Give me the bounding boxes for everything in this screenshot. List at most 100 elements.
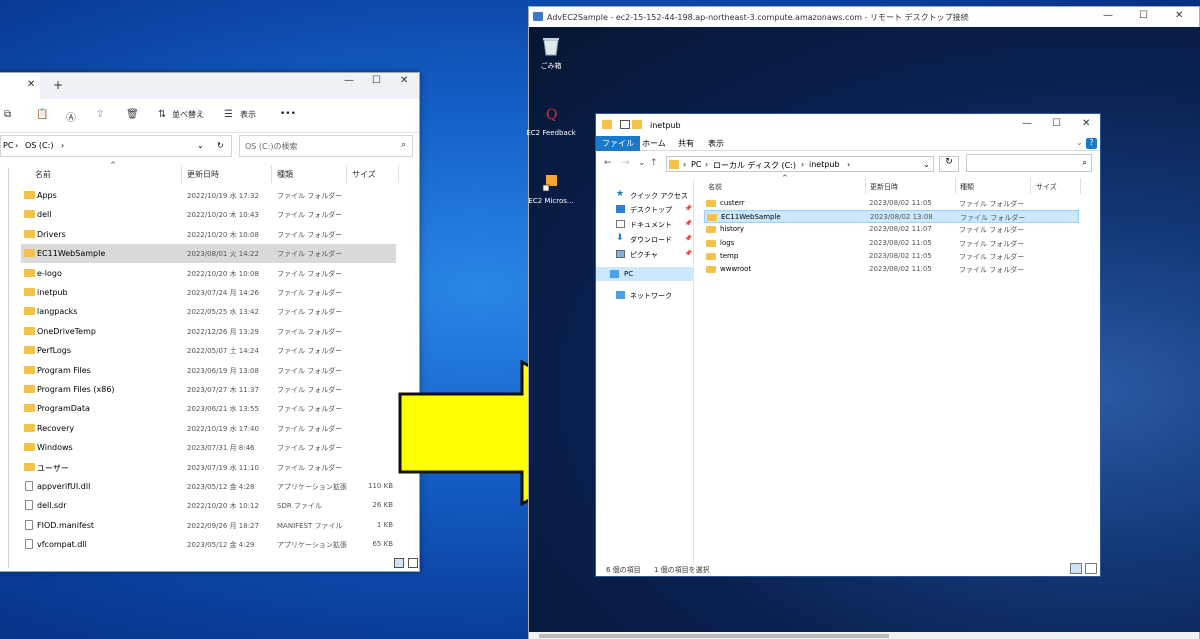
column-separator[interactable]	[1080, 178, 1081, 194]
file-row[interactable]: Recovery 2022/10/19 水 17:40 ファイル フォルダー	[21, 419, 396, 438]
address-bar[interactable]: PC › OS (C:) › ⌄ ↻	[0, 135, 232, 157]
file-row[interactable]: PerfLogs 2022/05/07 土 14:24 ファイル フォルダー	[21, 341, 396, 360]
file-row[interactable]: vfcompat.dll 2023/05/12 金 4:29 アプリケーション拡張 6…	[21, 535, 396, 554]
view-button[interactable]: 表示	[240, 109, 256, 120]
column-header-size[interactable]: サイズ	[1036, 182, 1057, 192]
file-row[interactable]: ProgramData 2023/06/21 水 13:55 ファイル フォルダー	[21, 399, 396, 418]
column-separator[interactable]	[181, 165, 182, 183]
file-row[interactable]: inetpub 2023/07/24 月 14:26 ファイル フォルダー	[21, 283, 396, 302]
details-view-icon[interactable]	[394, 558, 404, 568]
new-folder-icon[interactable]	[632, 120, 642, 129]
file-row[interactable]: Program Files (x86) 2023/07/27 木 11:37 ファイ…	[21, 380, 396, 399]
breadcrumb-drive[interactable]: OS (C:)	[25, 141, 53, 150]
more-options-button[interactable]: •••	[280, 109, 296, 119]
close-icon[interactable]: ✕	[1175, 10, 1183, 21]
desktop-icon-recycle-bin[interactable]: ごみ箱	[523, 35, 579, 71]
column-header-date[interactable]: 更新日時	[870, 182, 898, 192]
column-separator[interactable]	[865, 178, 866, 194]
horizontal-scrollbar[interactable]	[529, 632, 1199, 639]
desktop-icon-ec2-micros[interactable]: EC2 Micros...	[523, 171, 579, 205]
breadcrumb-pc[interactable]: PC	[691, 160, 701, 169]
up-icon[interactable]: ↑	[650, 158, 658, 168]
column-separator[interactable]	[271, 165, 272, 183]
properties-icon[interactable]	[620, 120, 630, 129]
file-row[interactable]: appverifUI.dll 2023/05/12 金 4:28 アプリケーション拡…	[21, 477, 396, 496]
breadcrumb-pc[interactable]: PC	[3, 141, 13, 150]
tab-share[interactable]: 共有	[672, 136, 700, 151]
column-header-name[interactable]: 名前	[35, 169, 51, 180]
help-icon[interactable]: ?	[1086, 138, 1097, 149]
search-input[interactable]: OS (C:)の検索 ⌕	[239, 135, 413, 157]
breadcrumb-drive[interactable]: ローカル ディスク (C:)	[713, 160, 796, 171]
desktop-icon-ec2-feedback[interactable]: Q EC2 Feedback	[523, 103, 579, 137]
file-row[interactable]: Apps 2022/10/19 水 17:32 ファイル フォルダー	[21, 186, 396, 205]
file-row[interactable]: EC11WebSample 2023/08/02 13:08 ファイル フォルダー	[704, 210, 1079, 224]
file-row[interactable]: history 2023/08/02 11:07 ファイル フォルダー	[704, 223, 1079, 236]
nav-network[interactable]: ネットワーク	[604, 288, 694, 302]
close-icon[interactable]: ✕	[1082, 118, 1090, 129]
tiles-view-icon[interactable]	[408, 558, 418, 568]
column-header-date[interactable]: 更新日時	[187, 169, 219, 180]
column-separator[interactable]	[955, 178, 956, 194]
scrollbar-thumb[interactable]	[539, 634, 889, 638]
back-icon[interactable]: ←	[604, 158, 612, 168]
paste-icon[interactable]: 📋	[36, 109, 48, 120]
share-icon[interactable]: ⇪	[96, 109, 104, 120]
column-header-name[interactable]: 名前	[708, 182, 722, 192]
file-row[interactable]: Drivers 2022/10/20 木 10:08 ファイル フォルダー	[21, 225, 396, 244]
rename-icon[interactable]: Ⓐ	[66, 109, 76, 124]
file-row[interactable]: langpacks 2022/05/25 水 13:42 ファイル フォルダー	[21, 302, 396, 321]
column-header-type[interactable]: 種類	[277, 169, 293, 180]
tab-home[interactable]: ホーム	[636, 136, 672, 151]
delete-icon[interactable]: 🗑	[126, 109, 139, 120]
refresh-icon[interactable]: ↻	[217, 141, 224, 150]
tab-view[interactable]: 表示	[702, 136, 730, 151]
breadcrumb-folder[interactable]: inetpub	[809, 160, 840, 169]
column-separator[interactable]	[398, 165, 399, 183]
file-row[interactable]: FIOD.manifest 2022/09/26 月 18:27 MANIFEST …	[21, 516, 396, 535]
column-separator[interactable]	[1030, 178, 1031, 194]
nav-quick-access[interactable]: ★ クイック アクセス	[604, 188, 694, 202]
file-row[interactable]: temp 2023/08/02 11:05 ファイル フォルダー	[704, 250, 1079, 263]
search-input[interactable]: ⌕	[966, 154, 1092, 172]
nav-pictures[interactable]: ピクチャ 📌	[604, 247, 694, 261]
explorer-tab[interactable]: ✕	[0, 73, 40, 99]
copy-icon[interactable]: ⧉	[4, 109, 11, 120]
column-header-type[interactable]: 種類	[960, 182, 974, 192]
file-row[interactable]: e-logo 2022/10/20 木 10:08 ファイル フォルダー	[21, 264, 396, 283]
file-row[interactable]: ユーザー 2023/07/19 水 11:10 ファイル フォルダー	[21, 458, 396, 477]
maximize-icon[interactable]: ☐	[372, 75, 381, 86]
large-icons-view-icon[interactable]	[1085, 563, 1097, 574]
close-icon[interactable]: ✕	[400, 75, 408, 86]
address-dropdown-icon[interactable]: ⌄	[923, 160, 930, 169]
column-separator[interactable]	[346, 165, 347, 183]
minimize-icon[interactable]: —	[344, 75, 354, 86]
minimize-icon[interactable]: —	[1022, 118, 1032, 129]
minimize-icon[interactable]: —	[1103, 10, 1113, 21]
maximize-icon[interactable]: ☐	[1139, 10, 1148, 21]
nav-desktop[interactable]: デスクトップ 📌	[604, 202, 694, 216]
tab-close-icon[interactable]: ✕	[27, 79, 35, 90]
nav-downloads[interactable]: ⬇ ダウンロード 📌	[604, 232, 694, 246]
file-row[interactable]: EC11WebSample 2023/08/01 火 14:22 ファイル フォルダ…	[21, 244, 396, 264]
file-row[interactable]: logs 2023/08/02 11:05 ファイル フォルダー	[704, 237, 1079, 250]
nav-documents[interactable]: ドキュメント 📌	[604, 217, 694, 231]
refresh-icon[interactable]: ↻	[939, 156, 959, 172]
address-bar[interactable]: › PC › ローカル ディスク (C:) › inetpub › ⌄	[666, 156, 934, 172]
column-header-size[interactable]: サイズ	[352, 169, 376, 180]
file-row[interactable]: Windows 2023/07/31 月 8:46 ファイル フォルダー	[21, 438, 396, 457]
file-row[interactable]: dell.sdr 2022/10/20 木 10:12 SDR ファイル 26 KB	[21, 496, 396, 515]
sort-button[interactable]: 並べ替え	[172, 109, 204, 120]
address-dropdown-icon[interactable]: ⌄	[197, 141, 204, 150]
recent-locations-icon[interactable]: ⌄	[638, 158, 646, 168]
details-view-icon[interactable]	[1070, 563, 1082, 574]
rdp-title-bar[interactable]: AdvEC2Sample - ec2-15-152-44-198.ap-nort…	[529, 7, 1199, 27]
file-row[interactable]: OneDriveTemp 2022/12/26 月 13:29 ファイル フォルダー	[21, 322, 396, 341]
new-tab-icon[interactable]: +	[53, 78, 63, 92]
tab-file[interactable]: ファイル	[596, 136, 640, 151]
maximize-icon[interactable]: ☐	[1052, 118, 1061, 129]
file-row[interactable]: wwwroot 2023/08/02 11:05 ファイル フォルダー	[704, 263, 1079, 276]
forward-icon[interactable]: →	[622, 158, 630, 168]
file-row[interactable]: Program Files 2023/06/19 月 13:08 ファイル フォルダ…	[21, 361, 396, 380]
file-row[interactable]: dell 2022/10/20 木 10:43 ファイル フォルダー	[21, 205, 396, 224]
